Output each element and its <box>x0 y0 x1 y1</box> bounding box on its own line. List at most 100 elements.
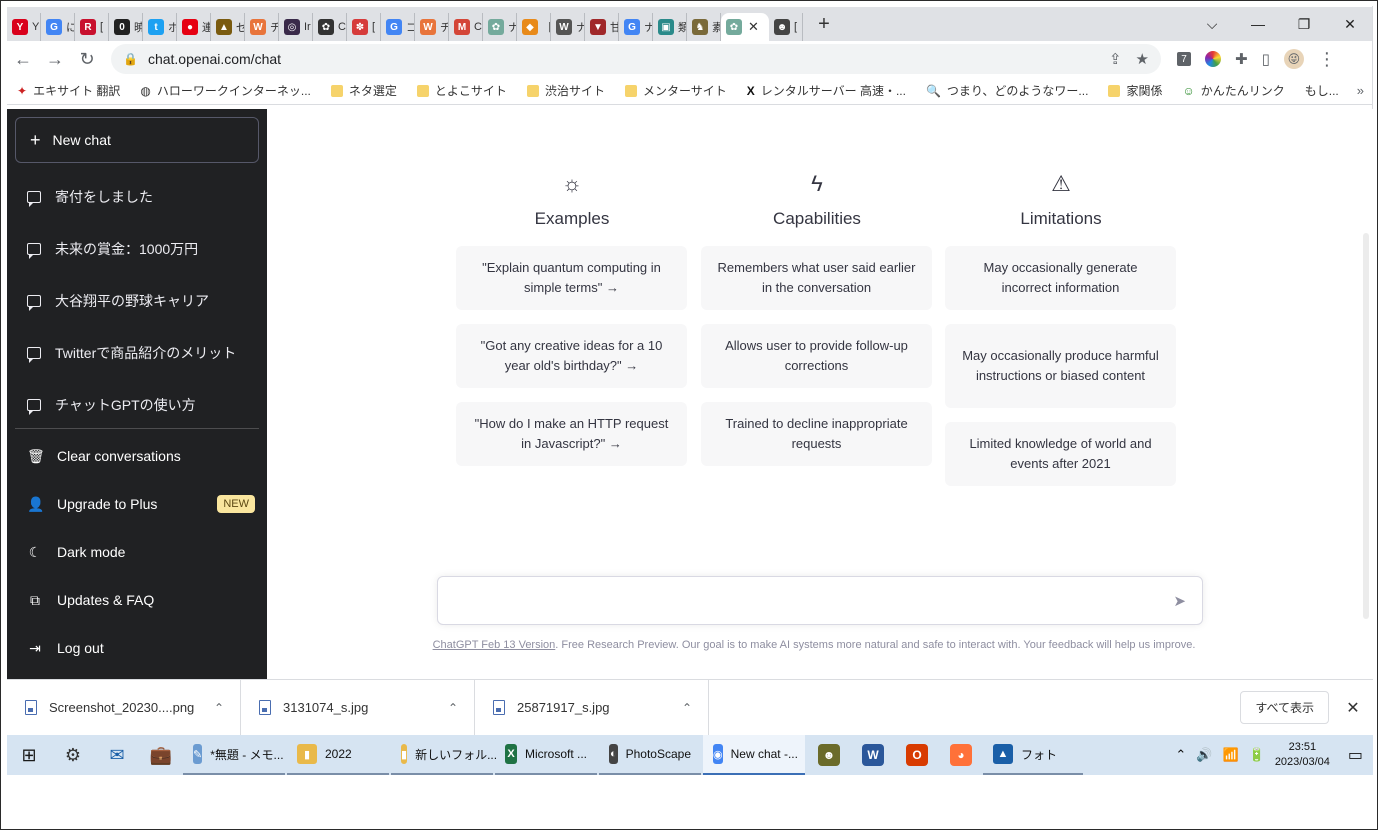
notification-icon[interactable]: ▭ <box>1348 745 1363 765</box>
chevron-up-icon[interactable]: ⌃ <box>448 701 458 715</box>
conversation-item[interactable]: Twitterで商品紹介のメリット <box>15 331 259 375</box>
version-link[interactable]: ChatGPT Feb 13 Version <box>433 639 556 651</box>
tab-search-chevron-icon[interactable]: ⌵ <box>1189 16 1235 33</box>
bookmark-item[interactable]: 渋治サイト <box>517 82 615 99</box>
briefcase-icon[interactable]: 💼 <box>139 735 183 775</box>
browser-tab-active[interactable]: ✿ ✕ <box>721 13 769 41</box>
browser-tab[interactable]: ☻[ <box>769 13 803 41</box>
taskbar-app[interactable]: X Microsoft ... <box>495 735 597 775</box>
conversation-item[interactable]: チャットGPTの使い方 <box>15 383 259 427</box>
tab-close-icon[interactable]: ✕ <box>748 19 759 35</box>
taskbar-app[interactable]: ▮ 2022 <box>287 735 389 775</box>
dark-mode-button[interactable]: ☾ Dark mode <box>15 530 259 574</box>
browser-tab[interactable]: MC <box>449 13 483 41</box>
url-text[interactable]: chat.openai.com/chat <box>148 51 281 67</box>
browser-tab[interactable]: ▣類 <box>653 13 687 41</box>
browser-tab[interactable]: R[ <box>75 13 109 41</box>
tray-chevron-icon[interactable]: ⌃ <box>1175 747 1186 763</box>
browser-tab[interactable]: Wチ <box>415 13 449 41</box>
chevron-up-icon[interactable]: ⌃ <box>682 701 692 715</box>
show-all-downloads-button[interactable]: すべて表示 <box>1240 691 1329 724</box>
bookmark-item[interactable]: X レンタルサーバー 高速・... <box>737 82 916 99</box>
side-panel-icon[interactable]: ▯ <box>1262 50 1270 68</box>
puzzle-extensions-icon[interactable]: ✚ <box>1235 50 1248 68</box>
bookmark-item[interactable]: ネタ選定 <box>321 82 407 99</box>
prompt-input[interactable] <box>438 577 1138 623</box>
more-bookmarks-chevron-icon[interactable]: » <box>1349 83 1372 98</box>
browser-tab[interactable]: ♞素 <box>687 13 721 41</box>
browser-tab[interactable]: 0暁 <box>109 13 143 41</box>
conversation-item[interactable]: 寄付をしました <box>15 175 259 219</box>
battery-icon[interactable]: 🔋 <box>1249 747 1265 763</box>
browser-tab[interactable]: ✿ナ <box>483 13 517 41</box>
example-prompt-card[interactable]: "Explain quantum computing in simple ter… <box>456 246 687 310</box>
log-out-button[interactable]: ⇥ Log out <box>15 626 259 670</box>
window-close-icon[interactable]: ✕ <box>1327 16 1373 33</box>
volume-icon[interactable]: 🔊 <box>1196 747 1212 763</box>
minimize-icon[interactable]: — <box>1235 16 1281 32</box>
conversation-item[interactable]: 未来の賞金：1000万円 <box>15 227 259 271</box>
taskbar-app[interactable]: ✎ *無題 - メモ... <box>183 735 285 775</box>
extension-7-icon[interactable]: 7 <box>1177 52 1191 66</box>
browser-tab[interactable]: Wチ <box>245 13 279 41</box>
browser-tab[interactable]: ✽[ <box>347 13 381 41</box>
bookmark-item[interactable]: ◍ ハローワークインターネッ... <box>130 82 321 99</box>
bookmark-star-icon[interactable]: ★ <box>1136 50 1149 68</box>
browser-tab[interactable]: ●連 <box>177 13 211 41</box>
bookmark-item[interactable]: とよこサイト <box>407 82 517 99</box>
forward-arrow-icon[interactable]: → <box>39 43 71 75</box>
clear-conversations-button[interactable]: 🗑 Clear conversations <box>15 434 259 478</box>
bookmark-item[interactable]: メンターサイト <box>615 82 737 99</box>
example-prompt-card[interactable]: "How do I make an HTTP request in Javasc… <box>456 402 687 466</box>
start-icon[interactable]: ⊞ <box>7 735 51 775</box>
browser-tab[interactable]: Wナ <box>551 13 585 41</box>
browser-tab[interactable]: Gナ <box>619 13 653 41</box>
bookmark-item[interactable]: 🔍 つまり、どのようなワー... <box>916 82 1098 99</box>
download-item[interactable]: 25871917_s.jpg ⌃ <box>475 679 709 736</box>
restore-icon[interactable]: ❐ <box>1281 16 1327 33</box>
upgrade-to-plus-button[interactable]: 👤 Upgrade to Plus NEW <box>15 482 259 526</box>
reload-icon[interactable]: ↻ <box>71 43 103 75</box>
bookmark-item[interactable]: 家関係 <box>1098 82 1172 99</box>
prompt-input-box[interactable]: ➤ <box>437 576 1203 625</box>
browser-tab[interactable]: ◎ Ir <box>279 13 313 41</box>
browser-tab[interactable]: Gに <box>41 13 75 41</box>
bookmark-item[interactable]: もし... <box>1295 82 1349 99</box>
download-item[interactable]: 3131074_s.jpg ⌃ <box>241 679 475 736</box>
share-icon[interactable]: ⇪ <box>1109 50 1122 68</box>
pinned-app-icon[interactable]: ☻ <box>807 735 851 775</box>
browser-tab[interactable]: ◆【 <box>517 13 551 41</box>
wifi-icon[interactable]: 📶 <box>1222 747 1238 763</box>
updates-faq-link[interactable]: ⧉ Updates & FAQ <box>15 578 259 622</box>
browser-tab[interactable]: tホ <box>143 13 177 41</box>
clock[interactable]: 23:51 2023/03/04 <box>1275 740 1330 770</box>
browser-tab[interactable]: ✿ C <box>313 13 347 41</box>
example-prompt-card[interactable]: "Got any creative ideas for a 10 year ol… <box>456 324 687 388</box>
lock-icon[interactable]: 🔒 <box>123 52 138 66</box>
settings-gear-icon[interactable]: ⚙ <box>51 735 95 775</box>
chevron-up-icon[interactable]: ⌃ <box>214 701 224 715</box>
pinned-app-icon[interactable]: O <box>895 735 939 775</box>
mail-icon[interactable]: ✉ <box>95 735 139 775</box>
browser-tab[interactable]: ▲ゼ <box>211 13 245 41</box>
back-arrow-icon[interactable]: ← <box>7 43 39 75</box>
profile-avatar-icon[interactable]: 😜 <box>1283 49 1304 69</box>
taskbar-app[interactable]: ◉ New chat -... <box>703 735 805 775</box>
download-item[interactable]: Screenshot_20230....png ⌃ <box>7 679 241 736</box>
new-chat-button[interactable]: + New chat <box>15 117 259 163</box>
taskbar-app[interactable]: ◐ PhotoScape <box>599 735 701 775</box>
browser-menu-icon[interactable]: ⋮ <box>1318 49 1336 70</box>
new-tab-plus-icon[interactable]: + <box>809 10 839 38</box>
browser-tab[interactable]: Gコ <box>381 13 415 41</box>
browser-tab[interactable]: ▼甘 <box>585 13 619 41</box>
taskbar-app[interactable]: ▮ 新しいフォル... <box>391 735 497 775</box>
taskbar-app-photos[interactable]: ▲ フォト <box>983 735 1083 775</box>
pinned-app-icon[interactable]: ◕ <box>939 735 983 775</box>
bookmark-item[interactable]: ✦ エキサイト 翻訳 <box>7 82 130 99</box>
close-downloads-icon[interactable]: ✕ <box>1337 698 1369 718</box>
color-wheel-extension-icon[interactable] <box>1205 51 1221 67</box>
conversation-item[interactable]: 大谷翔平の野球キャリア <box>15 279 259 323</box>
address-bar[interactable]: 🔒 chat.openai.com/chat ⇪ ★ <box>111 44 1161 74</box>
bookmark-item[interactable]: ☺ かんたんリンク <box>1172 82 1294 99</box>
send-icon[interactable]: ➤ <box>1173 592 1186 610</box>
